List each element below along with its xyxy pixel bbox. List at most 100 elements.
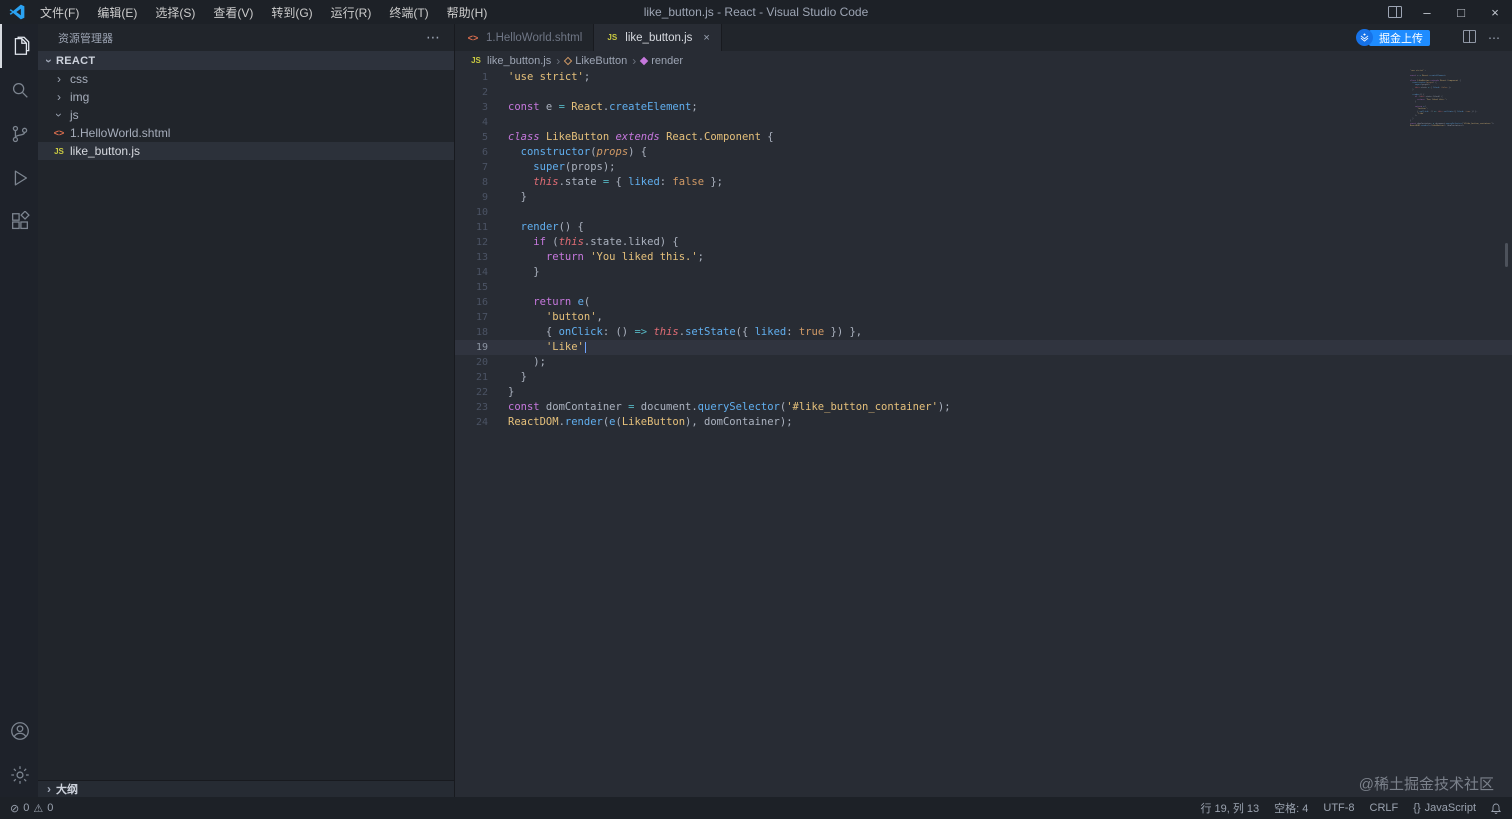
maximize-button[interactable]: □ xyxy=(1444,0,1478,24)
menu-转到(G)[interactable]: 转到(G) xyxy=(262,0,321,24)
watermark: @稀土掘金技术社区 xyxy=(1358,776,1494,793)
close-tab-icon[interactable]: × xyxy=(703,32,709,44)
code-line[interactable]: 8 this.state = { liked: false }; xyxy=(455,175,1512,190)
code-line[interactable]: 10 xyxy=(455,205,1512,220)
tab-1.HelloWorld.shtml[interactable]: <> 1.HelloWorld.shtml xyxy=(455,24,595,51)
editor-group: <> 1.HelloWorld.shtml JS like_button.js × ⋯ … xyxy=(455,24,1512,797)
close-window-button[interactable]: × xyxy=(1478,0,1512,24)
code-line[interactable]: 19 'Like' xyxy=(455,340,1512,355)
code-line[interactable]: 15 xyxy=(455,280,1512,295)
code-line[interactable]: 2 xyxy=(455,85,1512,100)
line-number: 6 xyxy=(481,147,488,158)
status-item-CRLF[interactable]: CRLF xyxy=(1370,802,1399,814)
code-line[interactable]: 20 ); xyxy=(455,355,1512,370)
line-number: 2 xyxy=(481,87,488,98)
tree-item-js[interactable]: › js xyxy=(38,106,454,124)
method-symbol-icon xyxy=(639,56,649,65)
code-line[interactable]: 3 const e = React.createElement; xyxy=(455,100,1512,115)
more-actions-icon[interactable]: ⋯ xyxy=(1488,31,1500,45)
status-item-JavaScript[interactable]: {} JavaScript xyxy=(1413,802,1476,814)
minimize-button[interactable]: – xyxy=(1410,0,1444,24)
search-icon[interactable] xyxy=(0,68,38,112)
code-line[interactable]: 17 'button', xyxy=(455,310,1512,325)
settings-gear-icon[interactable] xyxy=(0,753,38,797)
line-number: 8 xyxy=(481,177,488,188)
code-line[interactable]: 11 render() { xyxy=(455,220,1512,235)
line-number: 15 xyxy=(475,282,488,293)
text-cursor xyxy=(584,341,587,353)
explorer-icon[interactable] xyxy=(0,24,38,68)
breadcrumb-item-LikeButton[interactable]: LikeButton xyxy=(563,55,627,67)
source-control-icon[interactable] xyxy=(0,112,38,156)
tree-item-1.HelloWorld.shtml[interactable]: <> 1.HelloWorld.shtml xyxy=(38,124,454,142)
code-line[interactable]: 1'use strict'; xyxy=(455,70,1512,85)
tab-label: like_button.js xyxy=(625,31,693,44)
run-debug-icon[interactable] xyxy=(0,156,38,200)
code-line[interactable]: 6 constructor(props) { xyxy=(455,145,1512,160)
file-tree: › css › img › js <> 1.HelloWorld.shtml JS like_bu… xyxy=(38,70,454,780)
js-file-icon: JS xyxy=(54,146,64,156)
title-bar: 文件(F) 编辑(E) 选择(S) 查看(V) 转到(G) 运行(R) 终端(T) 帮助(H)… xyxy=(0,0,1512,24)
code-line[interactable]: 21 } xyxy=(455,370,1512,385)
js-file-icon: JS xyxy=(607,33,618,42)
chevron-right-icon: › xyxy=(57,90,61,104)
code-editor[interactable]: 1'use strict'; 2 3 const e = React.createEl… xyxy=(455,70,1512,797)
tree-item-css[interactable]: › css xyxy=(38,70,454,88)
menu-运行(R)[interactable]: 运行(R) xyxy=(322,0,381,24)
line-number: 4 xyxy=(481,117,488,128)
warning-count: 0 xyxy=(47,802,54,814)
outline-section[interactable]: › 大纲 xyxy=(38,780,454,797)
split-editor-icon[interactable] xyxy=(1463,29,1476,46)
line-number: 22 xyxy=(475,387,488,398)
breadcrumb-label: like_button.js xyxy=(487,54,552,67)
code-line[interactable]: 13 return 'You liked this.'; xyxy=(455,250,1512,265)
code-line[interactable]: 22} xyxy=(455,385,1512,400)
tree-item-label: like_button.js xyxy=(70,144,141,158)
extensions-icon[interactable] xyxy=(0,200,38,244)
tree-item-like_button.js[interactable]: JS like_button.js xyxy=(38,142,454,160)
breadcrumb-item-like_button.js[interactable]: JS like_button.js xyxy=(469,55,551,67)
status-item-空格: 4[interactable]: 空格: 4 xyxy=(1274,800,1308,816)
line-number: 17 xyxy=(475,312,488,323)
code-line[interactable]: 4 xyxy=(455,115,1512,130)
code-line[interactable]: 12 if (this.state.liked) { xyxy=(455,235,1512,250)
menu-帮助(H)[interactable]: 帮助(H) xyxy=(438,0,497,24)
tree-item-img[interactable]: › img xyxy=(38,88,454,106)
scrollbar-thumb[interactable] xyxy=(1505,243,1508,267)
more-actions-icon[interactable]: ⋯ xyxy=(426,29,440,46)
juejin-upload-button[interactable]: 掘金上传 xyxy=(1356,29,1430,46)
tab-like_button.js[interactable]: JS like_button.js × xyxy=(594,24,722,51)
line-number: 10 xyxy=(475,207,488,218)
breadcrumb-item-render[interactable]: render xyxy=(639,55,683,67)
tab-label: 1.HelloWorld.shtml xyxy=(486,31,583,44)
code-line[interactable]: 9 } xyxy=(455,190,1512,205)
layout-toggle-icon[interactable] xyxy=(1380,0,1410,24)
code-line[interactable]: 23 const domContainer = document.querySel… xyxy=(455,400,1512,415)
upload-button-label: 掘金上传 xyxy=(1369,29,1430,46)
code-line[interactable]: 14 } xyxy=(455,265,1512,280)
js-file-icon: JS xyxy=(471,56,481,65)
code-line[interactable]: 7 super(props); xyxy=(455,160,1512,175)
line-number: 20 xyxy=(475,357,488,368)
vscode-logo-icon xyxy=(9,4,25,20)
menu-编辑(E)[interactable]: 编辑(E) xyxy=(88,0,146,24)
notifications-bell-icon[interactable] xyxy=(1490,802,1502,815)
breadcrumb: JS like_button.js › LikeButton › render xyxy=(455,51,1512,70)
breadcrumb-separator-icon: › xyxy=(556,53,561,68)
code-line[interactable]: 18 { onClick: () => this.setState({ like… xyxy=(455,325,1512,340)
menu-查看(V)[interactable]: 查看(V) xyxy=(204,0,262,24)
status-bar: ⊘ 0 ⚠ 0 行 19, 列 13 空格: 4 UTF-8 CRLF{} JavaSc… xyxy=(0,797,1512,819)
status-item-UTF-8[interactable]: UTF-8 xyxy=(1323,802,1354,814)
status-item-行 19, 列 13[interactable]: 行 19, 列 13 xyxy=(1200,800,1259,816)
account-icon[interactable] xyxy=(0,709,38,753)
error-icon: ⊘ xyxy=(10,802,20,815)
code-line[interactable]: 24 ReactDOM.render(e(LikeButton), domCont… xyxy=(455,415,1512,430)
code-line[interactable]: 16 return e( xyxy=(455,295,1512,310)
menu-文件(F)[interactable]: 文件(F) xyxy=(31,0,88,24)
code-line[interactable]: 5 class LikeButton extends React.Componen… xyxy=(455,130,1512,145)
braces-icon: {} xyxy=(1413,802,1421,814)
menu-选择(S)[interactable]: 选择(S) xyxy=(146,0,204,24)
workspace-section-react[interactable]: › REACT xyxy=(38,51,454,70)
menu-终端(T)[interactable]: 终端(T) xyxy=(380,0,437,24)
problems-indicator[interactable]: ⊘ 0 ⚠ 0 xyxy=(10,802,53,815)
